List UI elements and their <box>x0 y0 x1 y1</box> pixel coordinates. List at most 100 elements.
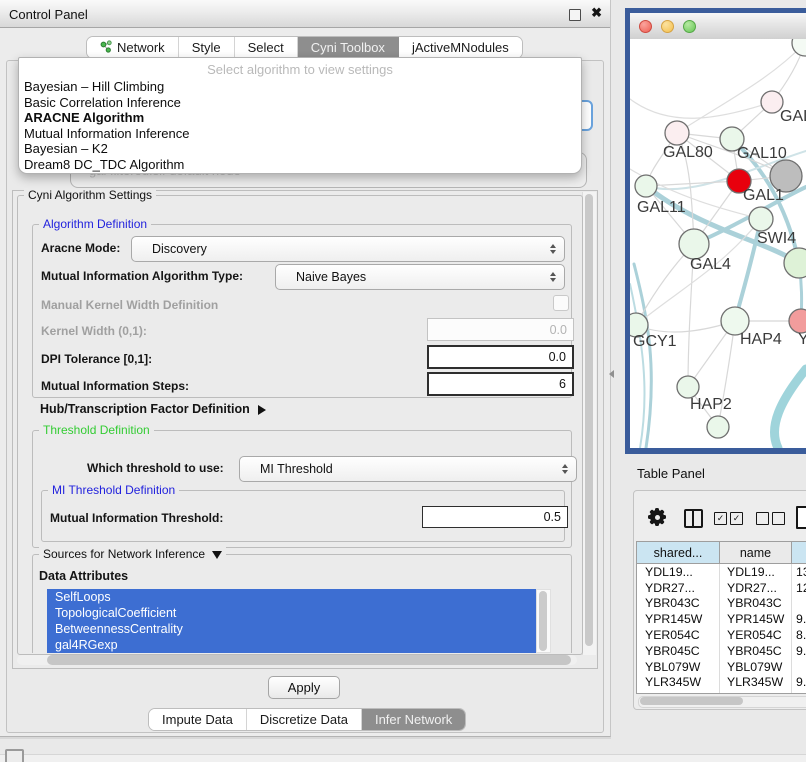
mi-threshold-label: Mutual Information Threshold: <box>50 511 223 525</box>
mi-steps-field[interactable]: 6 <box>427 372 574 396</box>
apply-button[interactable]: Apply <box>268 676 340 699</box>
network-node-unlabeled[interactable] <box>707 416 729 438</box>
tab-label: Discretize Data <box>260 712 348 727</box>
table-row[interactable]: YDL19...YDL19...13 <box>637 564 806 580</box>
tab-discretize-data[interactable]: Discretize Data <box>247 709 362 730</box>
column-header-shared-name[interactable]: shared... <box>637 542 720 563</box>
combo-value: MI Threshold <box>260 462 333 476</box>
table-cell: YDL19... <box>637 564 720 580</box>
page-icon[interactable] <box>796 506 806 529</box>
table-cell <box>792 596 806 612</box>
network-node-gal4[interactable] <box>679 229 709 259</box>
scrollbar-thumb[interactable] <box>585 194 593 646</box>
table-horizontal-scrollbar[interactable] <box>638 696 806 708</box>
table-cell: 8. <box>792 627 806 643</box>
table-row[interactable]: YLR345WYLR345W9. <box>637 675 806 691</box>
attributes-scrollbar[interactable] <box>536 589 551 653</box>
hub-definition-toggle[interactable]: Hub/Transcription Factor Definition <box>40 402 266 416</box>
aracne-mode-combo[interactable]: Discovery <box>131 236 565 262</box>
network-node-hap2[interactable] <box>677 376 699 398</box>
algorithm-option-basic-correlation-inference[interactable]: Basic Correlation Inference <box>19 95 581 111</box>
column-header-clipped[interactable] <box>792 542 806 563</box>
tab-select[interactable]: Select <box>235 37 298 58</box>
sources-group: Sources for Network Inference Data Attri… <box>32 554 572 653</box>
gear-icon[interactable] <box>648 508 666 526</box>
scrollbar-thumb[interactable] <box>539 591 547 651</box>
float-window-icon[interactable] <box>569 9 581 21</box>
table-cell: YBL079W <box>637 659 720 675</box>
network-window-titlebar[interactable] <box>630 13 806 40</box>
tab-label: Impute Data <box>162 712 233 727</box>
mi-type-combo[interactable]: Naive Bayes <box>275 264 565 290</box>
settings-vertical-scrollbar[interactable] <box>582 192 596 655</box>
settings-horizontal-scrollbar[interactable] <box>17 655 577 665</box>
unchecked-box-icon[interactable] <box>772 512 785 525</box>
table-cell: 9. <box>792 643 806 659</box>
table-cell: 9 <box>792 690 806 694</box>
attribute-item-gal4rgexp[interactable]: gal4RGexp <box>47 637 549 653</box>
node-label: GCY1 <box>633 333 677 350</box>
algorithm-option-bayesian-k2[interactable]: Bayesian – K2 <box>19 141 581 157</box>
field-value: 0.0 <box>550 323 567 337</box>
mac-zoom-button[interactable] <box>683 20 696 33</box>
algorithm-option-bayesian-hill-climbing[interactable]: Bayesian – Hill Climbing <box>19 79 581 95</box>
which-threshold-combo[interactable]: MI Threshold <box>239 456 577 482</box>
stepper-arrows-icon <box>550 272 556 282</box>
panel-divider-grip[interactable] <box>609 370 614 378</box>
algorithm-option-mutual-information-inference[interactable]: Mutual Information Inference <box>19 126 581 142</box>
network-node-y[interactable] <box>789 309 806 333</box>
table-row[interactable]: YDR27...YDR27...12 <box>637 580 806 596</box>
kernel-width-field[interactable]: 0.0 <box>427 318 574 341</box>
node-label: GAL10 <box>737 145 787 162</box>
table-cell: YIL052C <box>637 690 720 694</box>
scrollbar-thumb[interactable] <box>47 655 571 665</box>
cyni-algorithm-settings-group: Cyni Algorithm Settings Algorithm Defini… <box>17 195 583 655</box>
network-node-unlabeled[interactable] <box>784 248 806 278</box>
table-row[interactable]: YBR045CYBR045C9. <box>637 643 806 659</box>
node-label: HAP4 <box>740 331 782 348</box>
mac-close-button[interactable] <box>639 20 652 33</box>
algorithm-option-aracne-algorithm[interactable]: ARACNE Algorithm <box>19 110 581 126</box>
table-cell: YPR145W <box>637 611 720 627</box>
cyni-bottom-tabstrip: Impute Data Discretize Data Infer Network <box>148 708 466 731</box>
column-header-name[interactable]: name <box>720 542 792 563</box>
mi-type-label: Mutual Information Algorithm Type: <box>41 269 243 283</box>
network-node-gal80[interactable] <box>665 121 689 145</box>
sources-toggle[interactable]: Sources for Network Inference <box>39 547 226 561</box>
dpi-tolerance-field[interactable]: 0.0 <box>427 345 574 369</box>
tab-label: Select <box>248 40 284 55</box>
manual-kernel-checkbox[interactable] <box>553 295 569 311</box>
node-label: GAL <box>780 108 806 125</box>
control-panel-tabstrip: NetworkStyle Select Cyni ToolboxjActiveMNo… <box>86 36 523 59</box>
close-icon[interactable]: ✖ <box>591 6 602 20</box>
node-label: GAL4 <box>690 256 731 273</box>
mac-minimize-button[interactable] <box>661 20 674 33</box>
unchecked-box-icon[interactable] <box>756 512 769 525</box>
algorithm-option-dream8-dc-tdc-algorithm[interactable]: Dream8 DC_TDC Algorithm <box>19 157 581 173</box>
tab-impute-data[interactable]: Impute Data <box>149 709 247 730</box>
tab-cyni-toolbox[interactable]: Cyni Toolbox <box>298 37 399 58</box>
network-node-swi4[interactable] <box>749 207 773 231</box>
scrollbar-thumb[interactable] <box>640 697 743 705</box>
table-row[interactable]: YER054CYER054C8. <box>637 627 806 643</box>
checked-box-icon[interactable]: ✓ <box>714 512 727 525</box>
table-row[interactable]: YBL079WYBL079W <box>637 659 806 675</box>
network-canvas[interactable]: GALGAL80GAL10GAL1GAL11SWI4GAL4GCY1HAP4YH… <box>630 39 806 448</box>
dpi-tolerance-label: DPI Tolerance [0,1]: <box>41 352 152 366</box>
table-row[interactable]: YPR145WYPR145W9. <box>637 611 806 627</box>
data-attributes-list[interactable]: SelfLoopsTopologicalCoefficientBetweenne… <box>47 589 549 653</box>
tab-style[interactable]: Style <box>179 37 235 58</box>
table-row[interactable]: YBR043CYBR043C <box>637 596 806 612</box>
attribute-item-betweennesscentrality[interactable]: BetweennessCentrality <box>47 621 549 637</box>
table-row[interactable]: YIL052CYIL052C9 <box>637 690 806 694</box>
cytopanel-dock-icon[interactable] <box>5 749 24 762</box>
tab-network[interactable]: Network <box>87 37 179 58</box>
attribute-item-topologicalcoefficient[interactable]: TopologicalCoefficient <box>47 605 549 621</box>
split-columns-icon[interactable] <box>684 509 703 528</box>
tab-infer-network[interactable]: Infer Network <box>362 709 465 730</box>
network-node-gal11[interactable] <box>635 175 657 197</box>
attribute-item-selfloops[interactable]: SelfLoops <box>47 589 549 605</box>
mi-threshold-field[interactable]: 0.5 <box>422 506 568 528</box>
checked-box-icon[interactable]: ✓ <box>730 512 743 525</box>
tab-jactivemnodules[interactable]: jActiveMNodules <box>399 37 522 58</box>
